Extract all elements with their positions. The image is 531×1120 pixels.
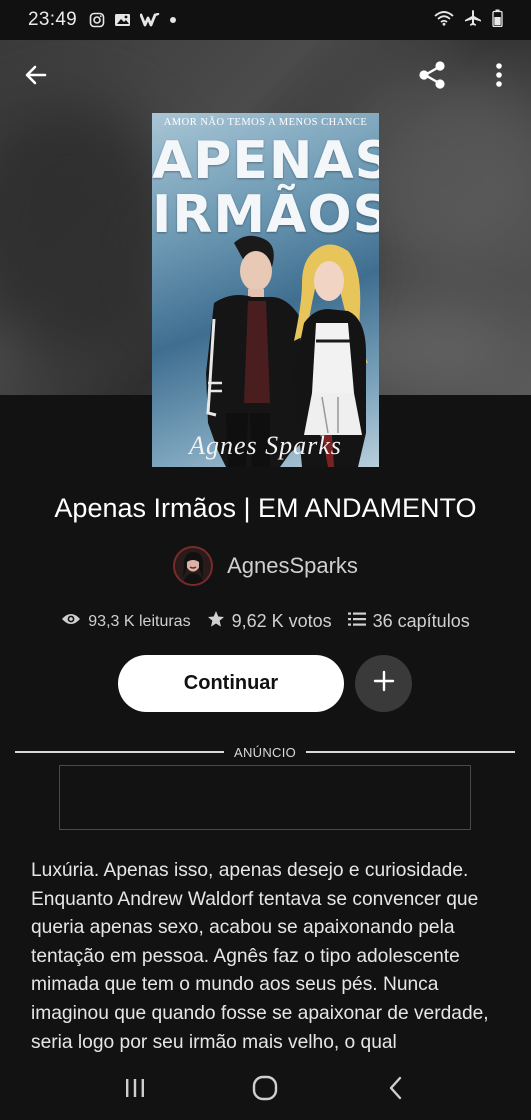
more-options-button[interactable] <box>480 58 518 96</box>
nav-back-button[interactable] <box>374 1068 418 1112</box>
reads-count: 93,3 K leituras <box>88 612 191 630</box>
chapters-stat: 36 capítulos <box>347 611 470 632</box>
votes-stat: 9,62 K votos <box>207 610 332 633</box>
wifi-icon <box>434 10 454 31</box>
status-right-icons <box>434 9 503 32</box>
notification-dot-icon <box>169 16 177 24</box>
reads-stat: 93,3 K leituras <box>61 612 191 631</box>
ad-placeholder[interactable] <box>59 765 471 830</box>
votes-count: 9,62 K votos <box>231 611 332 631</box>
battery-icon <box>492 9 503 32</box>
plus-icon <box>373 670 395 697</box>
eye-icon <box>61 612 81 631</box>
author-name[interactable]: AgnesSparks <box>227 553 358 579</box>
book-cover[interactable]: AMOR NÃO TEMOS A MENOS CHANCE APENAS IRM… <box>152 113 379 467</box>
gallery-icon <box>114 12 131 28</box>
home-icon <box>252 1075 278 1106</box>
add-to-library-button[interactable] <box>355 655 412 712</box>
recent-apps-button[interactable] <box>113 1068 157 1112</box>
airplane-mode-icon <box>464 9 482 32</box>
story-description[interactable]: Luxúria. Apenas isso, apenas desejo e cu… <box>31 857 503 1053</box>
share-button[interactable] <box>413 58 451 96</box>
home-button[interactable] <box>243 1068 287 1112</box>
chapters-count: 36 capítulos <box>372 611 470 631</box>
book-title: Apenas Irmãos | EM ANDAMENTO <box>54 493 477 523</box>
cover-tagline: AMOR NÃO TEMOS A MENOS CHANCE <box>163 117 368 128</box>
wattpad-icon <box>140 13 160 27</box>
continue-reading-button[interactable]: Continuar <box>118 655 344 712</box>
recent-apps-icon <box>124 1077 146 1104</box>
cover-author: Agnes Sparks <box>189 431 342 460</box>
ad-divider: ANÚNCIO <box>15 744 515 760</box>
system-nav-bar <box>0 1060 531 1120</box>
instagram-icon <box>89 12 105 28</box>
author-row[interactable]: AgnesSparks <box>0 546 531 586</box>
back-icon <box>388 1076 404 1105</box>
back-button[interactable] <box>17 58 55 96</box>
author-avatar[interactable] <box>173 546 214 586</box>
status-time: 23:49 <box>28 9 78 30</box>
list-icon <box>347 611 366 632</box>
status-bar: 23:49 <box>0 0 531 40</box>
star-icon <box>207 610 225 633</box>
arrow-left-icon <box>23 62 49 93</box>
cover-title-line1: APENAS <box>152 131 379 191</box>
ad-label: ANÚNCIO <box>233 744 297 760</box>
story-stats: 93,3 K leituras 9,62 K votos 36 capítulo… <box>0 610 531 633</box>
more-vertical-icon <box>495 62 503 93</box>
share-icon <box>415 58 449 97</box>
